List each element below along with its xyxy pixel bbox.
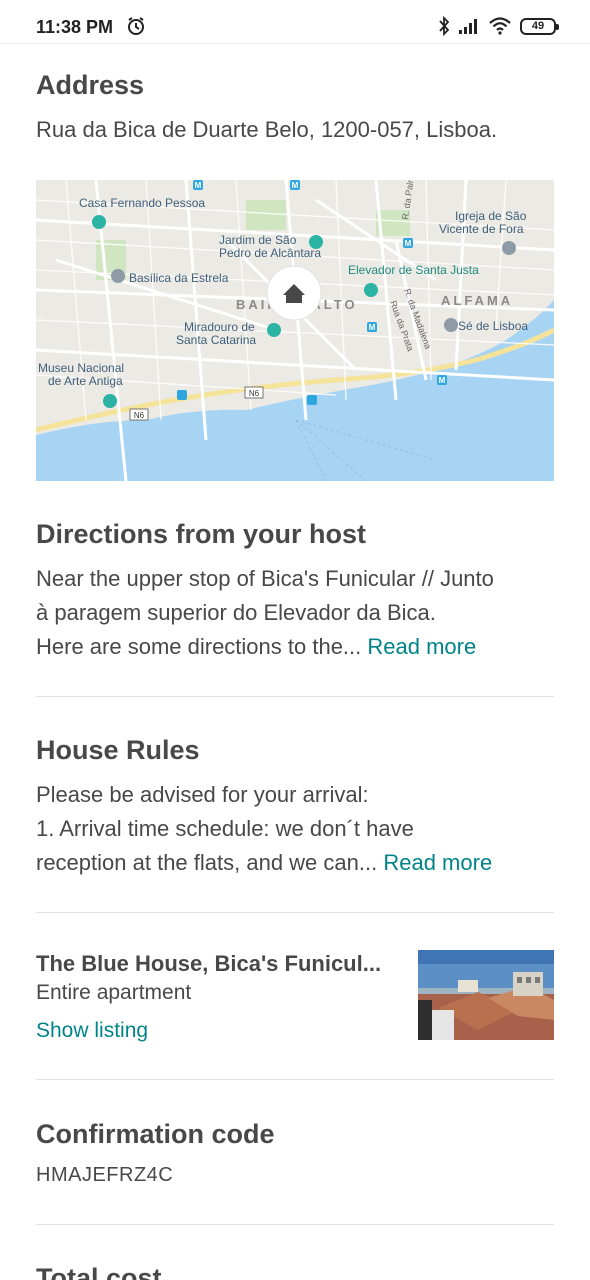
directions-read-more-link[interactable]: Read more xyxy=(367,634,476,659)
poi-marker[interactable] xyxy=(92,215,106,229)
district-label: ALFAMA xyxy=(441,293,513,308)
map-label: Elevador de Santa Justa xyxy=(348,263,479,277)
directions-line-3: Here are some directions to the... Read … xyxy=(36,630,561,664)
bluetooth-icon xyxy=(439,16,450,36)
directions-line-2: à paragem superior do Elevador da Bica. xyxy=(36,600,436,625)
divider xyxy=(36,696,554,697)
listing-name: The Blue House, Bica's Funicul... xyxy=(36,951,382,976)
signal-icon xyxy=(459,19,477,34)
map-label: Museu Nacional xyxy=(38,361,124,375)
divider xyxy=(36,1079,554,1080)
house-rules-title: House Rules xyxy=(36,735,200,765)
listing-thumbnail[interactable] xyxy=(418,950,554,1040)
poi-marker[interactable] xyxy=(364,283,378,297)
directions-line-1: Near the upper stop of Bica's Funicular … xyxy=(36,566,494,591)
house-rules-read-more-link[interactable]: Read more xyxy=(383,850,492,875)
map-label: Casa Fernando Pessoa xyxy=(79,196,205,210)
svg-text:M: M xyxy=(405,239,412,248)
divider xyxy=(36,912,554,913)
house-rules-line-3: reception at the flats, and we can... Re… xyxy=(36,846,561,880)
battery-icon: 49 xyxy=(520,17,559,35)
confirmation-code: HMAJEFRZ4C xyxy=(36,1164,174,1186)
svg-text:M: M xyxy=(439,376,446,385)
poi-marker[interactable] xyxy=(502,241,516,255)
directions-line-3-text: Here are some directions to the... xyxy=(36,634,362,659)
svg-text:M: M xyxy=(195,181,202,190)
status-bar: 11:38 PM 49 xyxy=(0,0,590,44)
map-label: Miradouro de xyxy=(184,320,255,334)
map-label: Vicente de Fora xyxy=(439,222,524,236)
status-icons: 49 xyxy=(438,15,559,37)
status-time: 11:38 PM xyxy=(36,17,114,37)
directions-title: Directions from your host xyxy=(36,519,367,549)
alarm-icon xyxy=(128,17,144,35)
map-label: Sé de Lisboa xyxy=(458,319,528,333)
house-rules-line-2: 1. Arrival time schedule: we don´t have xyxy=(36,816,414,841)
battery-level: 49 xyxy=(531,19,545,32)
house-rules-line-3-text: reception at the flats, and we can... xyxy=(36,850,378,875)
svg-text:M: M xyxy=(369,323,376,332)
address-text: Rua da Bica de Duarte Belo, 1200-057, Li… xyxy=(36,117,498,142)
road-shield-label: N6 xyxy=(134,411,145,420)
map-label: Basílica da Estrela xyxy=(129,271,229,285)
map-label: Jardim de São xyxy=(219,233,297,247)
map-label: Santa Catarina xyxy=(176,333,256,347)
map-label: Pedro de Alcântara xyxy=(219,246,321,260)
poi-marker[interactable] xyxy=(267,323,281,337)
listing-type: Entire apartment xyxy=(36,981,192,1004)
house-rules-line-1: Please be advised for your arrival: xyxy=(36,782,369,807)
address-title: Address xyxy=(36,70,145,100)
poi-marker[interactable] xyxy=(111,269,125,283)
confirmation-title: Confirmation code xyxy=(36,1119,275,1149)
svg-text:M: M xyxy=(292,181,299,190)
poi-marker[interactable] xyxy=(103,394,117,408)
park-area xyxy=(246,200,286,230)
map-label: de Arte Antiga xyxy=(48,374,123,388)
divider xyxy=(36,1224,554,1225)
road-shield-label: N6 xyxy=(249,389,260,398)
house-rules-text: Please be advised for your arrival: 1. A… xyxy=(36,778,561,880)
show-listing-link[interactable]: Show listing xyxy=(36,1019,148,1043)
location-map[interactable]: M M M M M N6 N6 Casa Fernando Pessoa Jardim… xyxy=(36,180,554,481)
total-cost-title: Total cost xyxy=(36,1263,162,1280)
wifi-icon xyxy=(489,17,511,35)
directions-text: Near the upper stop of Bica's Funicular … xyxy=(36,562,561,664)
home-location-pin[interactable] xyxy=(266,265,322,321)
map-label: Igreja de São xyxy=(455,209,527,223)
poi-marker[interactable] xyxy=(444,318,458,332)
